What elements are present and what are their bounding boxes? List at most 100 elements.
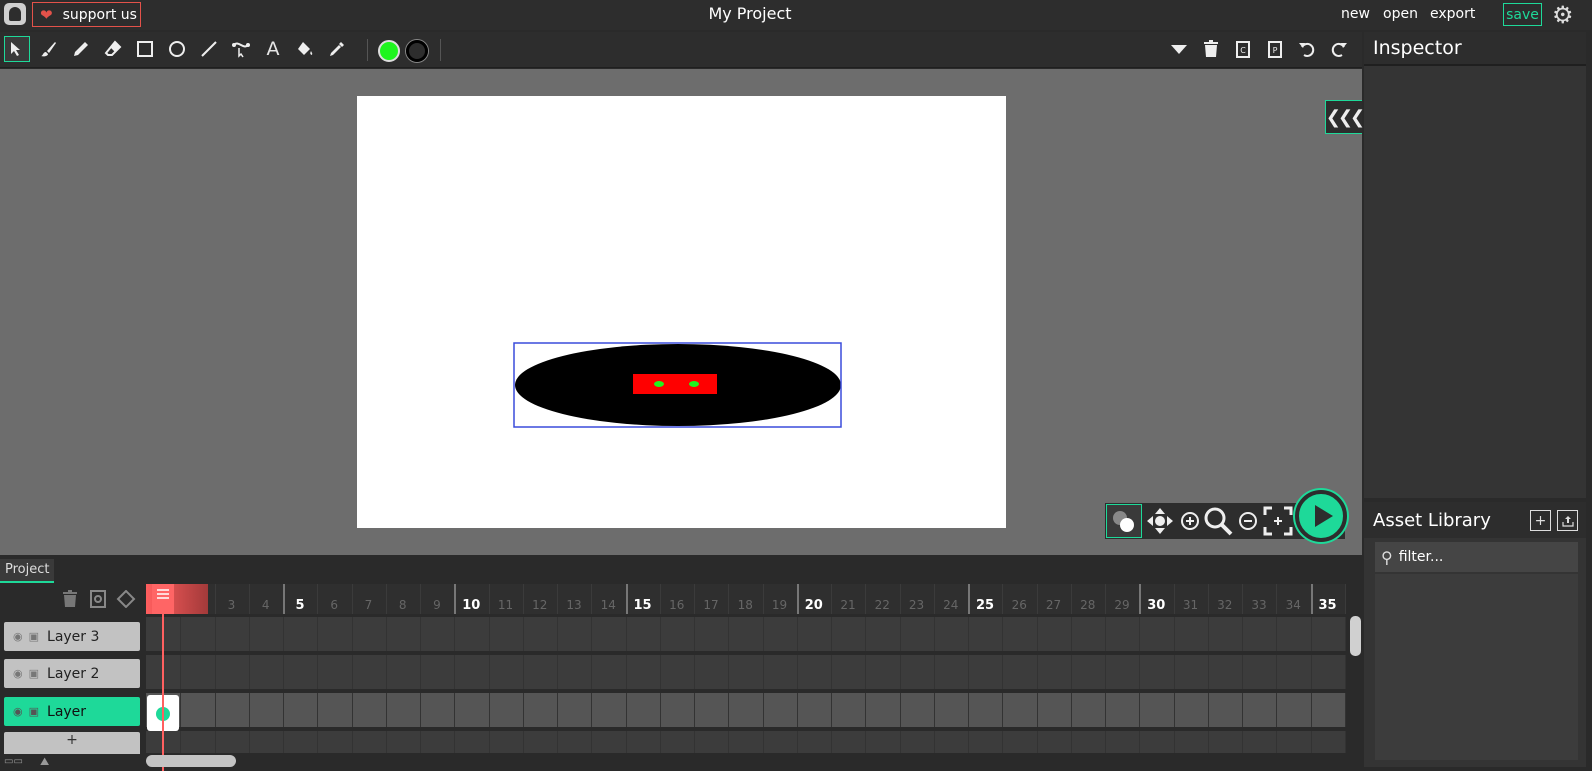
fit-screen-icon[interactable] xyxy=(1263,506,1293,536)
zoom-out-icon[interactable] xyxy=(1233,506,1263,536)
frame-cell-divider xyxy=(317,617,319,651)
eye-icon[interactable]: ◉ xyxy=(13,705,23,718)
filter-placeholder: filter... xyxy=(1398,549,1444,565)
add-tween-icon[interactable] xyxy=(116,589,136,613)
redo-icon[interactable] xyxy=(1326,36,1352,62)
delete-layer-icon[interactable] xyxy=(62,590,78,613)
copy-icon[interactable]: C xyxy=(1230,36,1256,62)
ellipse-icon[interactable] xyxy=(164,36,190,62)
play-icon[interactable] xyxy=(1295,490,1347,542)
text-icon[interactable]: A xyxy=(260,36,286,62)
red-rectangle-shape[interactable] xyxy=(633,374,717,394)
wick-logo-icon[interactable] xyxy=(4,3,26,25)
frame-cell-divider xyxy=(351,731,353,753)
collapse-panel-icon[interactable]: ❮❮❮ xyxy=(1325,100,1365,134)
frame-cell-divider xyxy=(1310,655,1312,689)
timeline-mode-icon[interactable]: ▭▭ xyxy=(4,756,23,767)
green-dot-shape[interactable] xyxy=(654,381,664,387)
frame-cell-divider xyxy=(180,731,182,753)
playhead-handle[interactable] xyxy=(152,584,174,614)
frame-cell-divider xyxy=(728,693,730,727)
layer-item-active[interactable]: ◉ ▣ Layer xyxy=(4,697,140,726)
layer-frames-row[interactable] xyxy=(146,731,1346,755)
path-icon[interactable] xyxy=(228,36,254,62)
gear-icon[interactable]: ⚙ xyxy=(1552,1,1574,29)
layer-item[interactable]: ◉ ▣ Layer 3 xyxy=(4,622,140,651)
frame-cell-divider xyxy=(625,655,627,689)
toolbar-divider xyxy=(440,39,441,61)
frame-number: 9 xyxy=(433,598,441,612)
layer-item[interactable]: ◉ ▣ Layer 2 xyxy=(4,659,140,688)
undo-icon[interactable] xyxy=(1294,36,1320,62)
tab-project[interactable]: Project xyxy=(0,559,55,583)
paste-icon[interactable]: P xyxy=(1262,36,1288,62)
frame-cell-divider xyxy=(968,617,969,651)
frame-cell-divider xyxy=(1310,731,1312,753)
rectangle-icon[interactable] xyxy=(132,36,158,62)
vertical-scrollbar[interactable] xyxy=(1350,616,1361,656)
asset-filter-input[interactable]: ⚲ filter... xyxy=(1375,542,1578,572)
dropdown-icon[interactable] xyxy=(1166,36,1192,62)
frame-cell-divider xyxy=(865,693,867,727)
frame-cell-divider xyxy=(522,655,524,689)
frame-cell-divider xyxy=(728,731,730,753)
eye-icon[interactable]: ◉ xyxy=(13,667,23,680)
frame-number: 30 xyxy=(1147,598,1166,613)
lock-icon[interactable]: ▣ xyxy=(29,705,39,718)
frame-cell-divider xyxy=(1344,731,1346,753)
frame-cell-divider xyxy=(248,617,250,651)
frame-number: 32 xyxy=(1217,598,1233,612)
frame-cell-divider xyxy=(1242,731,1243,753)
horizontal-scrollbar[interactable] xyxy=(146,755,236,767)
frame-number: 26 xyxy=(1011,598,1027,612)
trash-icon[interactable] xyxy=(1198,36,1224,62)
lock-icon[interactable]: ▣ xyxy=(29,667,39,680)
brush-icon[interactable] xyxy=(36,36,62,62)
line-icon[interactable] xyxy=(196,36,222,62)
add-asset-icon[interactable]: + xyxy=(1530,510,1551,531)
frame-ruler[interactable]: 3 4 5 6 7 8 9 10 11 12 13 14 15 16 17 18 19 20 21 22 23 24 25 2… xyxy=(146,584,1346,614)
export-asset-icon[interactable] xyxy=(1557,510,1578,531)
zoom-in-icon[interactable] xyxy=(1175,506,1205,536)
canvas-area[interactable]: ❮❮❮ xyxy=(0,69,1365,555)
layer-frames-row[interactable] xyxy=(146,693,1346,729)
frame-cell-divider xyxy=(283,693,284,727)
save-button[interactable]: save xyxy=(1503,3,1542,26)
eraser-icon[interactable] xyxy=(100,36,126,62)
layer-frames-row[interactable] xyxy=(146,617,1346,653)
zoom-icon[interactable] xyxy=(1203,506,1233,536)
eyedropper-icon[interactable] xyxy=(324,36,350,62)
frame-cell-divider xyxy=(351,693,353,727)
pencil-icon[interactable] xyxy=(68,36,94,62)
layer-frames-row[interactable] xyxy=(146,655,1346,691)
add-frame-icon[interactable] xyxy=(90,590,106,613)
stroke-color-swatch[interactable] xyxy=(406,40,428,62)
frame-cell-divider xyxy=(1207,617,1209,651)
menu-open[interactable]: open xyxy=(1383,6,1418,22)
frame-cell-divider xyxy=(488,693,490,727)
asset-list[interactable] xyxy=(1375,574,1578,760)
support-us-button[interactable]: ❤ support us xyxy=(32,2,141,27)
eye-icon[interactable]: ◉ xyxy=(13,630,23,643)
frame-cell-divider xyxy=(557,655,558,689)
top-bar: ❤ support us My Project new open export … xyxy=(0,0,1592,30)
onion-range-icon[interactable]: ⛰ xyxy=(40,755,49,769)
layer-name: Layer 3 xyxy=(47,628,100,645)
onion-skin-icon[interactable] xyxy=(1106,504,1142,538)
fill-bucket-icon[interactable] xyxy=(292,36,318,62)
frame-cell-divider xyxy=(694,693,695,727)
stage-artwork[interactable] xyxy=(357,96,1006,528)
fill-color-swatch[interactable] xyxy=(378,40,400,62)
frame-cell-divider xyxy=(933,617,935,651)
cursor-icon[interactable] xyxy=(4,36,30,62)
add-layer-button[interactable]: + xyxy=(4,732,140,754)
frame-cell-divider xyxy=(1105,617,1106,651)
pan-icon[interactable] xyxy=(1145,506,1175,536)
menu-export[interactable]: export xyxy=(1430,6,1475,22)
project-title[interactable]: My Project xyxy=(650,4,850,23)
stage[interactable] xyxy=(357,96,1006,528)
menu-new[interactable]: new xyxy=(1341,6,1370,22)
frame-number: 19 xyxy=(771,598,788,612)
green-dot-shape[interactable] xyxy=(689,381,699,387)
lock-icon[interactable]: ▣ xyxy=(29,630,39,643)
